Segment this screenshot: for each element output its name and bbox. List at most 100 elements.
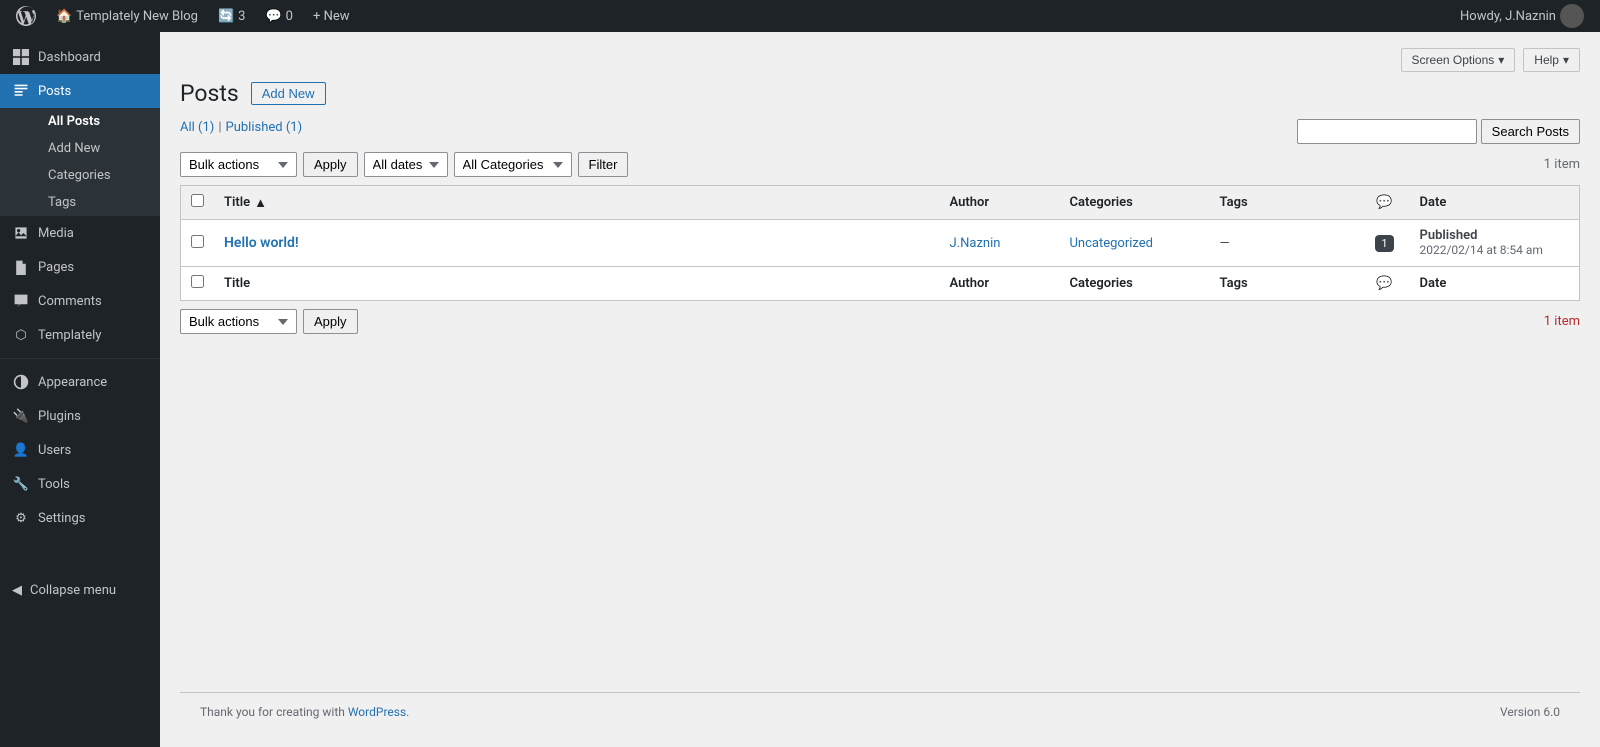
sidebar-item-dashboard[interactable]: Dashboard xyxy=(0,40,160,74)
filter-links: All (1) | Published (1) xyxy=(180,120,302,135)
th-author: Author xyxy=(940,186,1060,220)
sidebar-item-posts[interactable]: Posts xyxy=(0,74,160,108)
tf-checkbox xyxy=(181,267,215,301)
sidebar-item-settings[interactable]: ⚙ Settings xyxy=(0,501,160,535)
select-all-checkbox[interactable] xyxy=(191,194,204,207)
screen-options-button[interactable]: Screen Options ▾ xyxy=(1401,48,1516,72)
comments-footer-icon: 💬 xyxy=(1376,276,1392,291)
admin-bar-comment-count: 0 xyxy=(286,9,293,24)
version-text: Version 6.0 xyxy=(1500,705,1560,719)
filter-all-count: (1) xyxy=(198,120,214,135)
all-dates-select[interactable]: All dates xyxy=(364,152,448,177)
apply-button-top[interactable]: Apply xyxy=(303,152,358,177)
sidebar-sub-add-new[interactable]: Add New xyxy=(36,135,160,162)
bulk-actions-select-top[interactable]: Bulk actions Edit Move to Trash xyxy=(180,152,297,177)
sidebar-posts-submenu: All Posts Add New Categories Tags xyxy=(0,108,160,216)
sidebar-sub-categories[interactable]: Categories xyxy=(36,162,160,189)
sidebar-item-plugins[interactable]: 🔌 Plugins xyxy=(0,399,160,433)
sidebar-item-appearance-label: Appearance xyxy=(38,375,107,390)
admin-bar-avatar xyxy=(1560,4,1584,28)
admin-bar-site-name: Templately New Blog xyxy=(76,9,198,24)
search-bar: Search Posts xyxy=(1297,119,1580,144)
sidebar-item-pages[interactable]: Pages xyxy=(0,250,160,284)
table-row: Hello world! J.Naznin Uncategorized — 1 xyxy=(181,220,1580,267)
all-categories-select[interactable]: All Categories Uncategorized xyxy=(454,152,572,177)
sidebar-item-tools[interactable]: 🔧 Tools xyxy=(0,467,160,501)
row-author-cell: J.Naznin xyxy=(940,220,1060,267)
templately-icon: ⬡ xyxy=(12,326,30,344)
admin-bar-howdy[interactable]: Howdy, J.Naznin xyxy=(1452,0,1592,32)
sidebar-item-appearance[interactable]: Appearance xyxy=(0,365,160,399)
sidebar-sub-tags[interactable]: Tags xyxy=(36,189,160,216)
sidebar-item-comments-label: Comments xyxy=(38,294,102,309)
item-count-bottom: 1 item xyxy=(1544,314,1580,329)
row-tags-cell: — xyxy=(1210,220,1360,267)
sidebar-item-pages-label: Pages xyxy=(38,260,74,275)
page-title: Posts xyxy=(180,80,239,107)
footer-text: Thank you for creating with WordPress. xyxy=(200,705,409,719)
th-comments: 💬 xyxy=(1360,186,1410,220)
filter-button[interactable]: Filter xyxy=(578,152,629,177)
table-header-row: Title ▲ Author Categories Tags 💬 Date xyxy=(181,186,1580,220)
sidebar-item-users-label: Users xyxy=(38,443,71,458)
tf-categories: Categories xyxy=(1060,267,1210,301)
admin-bar-update-count: 3 xyxy=(238,9,245,24)
filter-published-count: (1) xyxy=(286,120,302,135)
th-date: Date xyxy=(1410,186,1580,220)
tf-author: Author xyxy=(940,267,1060,301)
row-comments-cell: 1 xyxy=(1360,220,1410,267)
admin-bar-wp-logo[interactable] xyxy=(8,0,44,32)
users-icon: 👤 xyxy=(12,441,30,459)
post-date: 2022/02/14 at 8:54 am xyxy=(1420,243,1543,257)
posts-icon xyxy=(12,82,30,100)
post-author-link[interactable]: J.Naznin xyxy=(950,236,1001,251)
tools-icon: 🔧 xyxy=(12,475,30,493)
sidebar: Dashboard Posts All Posts Add New Catego… xyxy=(0,32,160,747)
select-all-footer-checkbox[interactable] xyxy=(191,275,204,288)
bulk-actions-select-bottom[interactable]: Bulk actions Edit Move to Trash xyxy=(180,309,297,334)
admin-bar-comments[interactable]: 💬 0 xyxy=(257,0,301,32)
plugins-icon: 🔌 xyxy=(12,407,30,425)
sidebar-item-templately-label: Templately xyxy=(38,328,101,343)
filter-published[interactable]: Published (1) xyxy=(226,120,303,135)
filter-all[interactable]: All (1) xyxy=(180,120,214,135)
th-checkbox xyxy=(181,186,215,220)
comment-count: 1 xyxy=(1381,237,1387,250)
screen-options-chevron-icon: ▾ xyxy=(1498,53,1504,67)
tf-date: Date xyxy=(1410,267,1580,301)
row-title-cell: Hello world! xyxy=(214,220,940,267)
admin-bar-updates[interactable]: 🔄 3 xyxy=(210,0,254,32)
post-date-status: Published xyxy=(1420,228,1478,243)
search-posts-button[interactable]: Search Posts xyxy=(1481,119,1580,144)
settings-icon: ⚙ xyxy=(12,509,30,527)
tf-comments: 💬 xyxy=(1360,267,1410,301)
sidebar-item-tools-label: Tools xyxy=(38,477,70,492)
wordpress-link[interactable]: WordPress xyxy=(348,705,406,719)
sidebar-item-comments[interactable]: Comments xyxy=(0,284,160,318)
admin-bar-home-icon: 🏠 xyxy=(56,9,72,24)
comments-icon xyxy=(12,292,30,310)
sidebar-sub-all-posts[interactable]: All Posts xyxy=(36,108,160,135)
help-chevron-icon: ▾ xyxy=(1563,53,1569,67)
post-title-link[interactable]: Hello world! xyxy=(224,235,299,251)
help-label: Help xyxy=(1534,53,1559,67)
comment-bubble[interactable]: 1 xyxy=(1375,235,1393,252)
sidebar-item-dashboard-label: Dashboard xyxy=(38,50,101,65)
sidebar-item-templately[interactable]: ⬡ Templately xyxy=(0,318,160,352)
admin-bar-howdy-text: Howdy, J.Naznin xyxy=(1460,9,1556,24)
post-category-link[interactable]: Uncategorized xyxy=(1070,236,1153,251)
sidebar-collapse[interactable]: ◀ Collapse menu xyxy=(0,575,160,606)
apply-button-bottom[interactable]: Apply xyxy=(303,309,358,334)
th-title[interactable]: Title ▲ xyxy=(214,186,940,220)
sidebar-item-users[interactable]: 👤 Users xyxy=(0,433,160,467)
search-input[interactable] xyxy=(1297,119,1477,144)
help-button[interactable]: Help ▾ xyxy=(1523,48,1580,72)
admin-bar-site[interactable]: 🏠 Templately New Blog xyxy=(48,0,206,32)
admin-bar-comments-icon: 💬 xyxy=(265,9,281,24)
item-count-top: 1 item xyxy=(1544,157,1580,172)
sidebar-item-media[interactable]: Media xyxy=(0,216,160,250)
table-footer-row: Title Author Categories Tags 💬 Date xyxy=(181,267,1580,301)
row-checkbox[interactable] xyxy=(191,235,204,248)
admin-bar-new[interactable]: + New xyxy=(305,0,358,32)
add-new-button[interactable]: Add New xyxy=(251,82,326,105)
